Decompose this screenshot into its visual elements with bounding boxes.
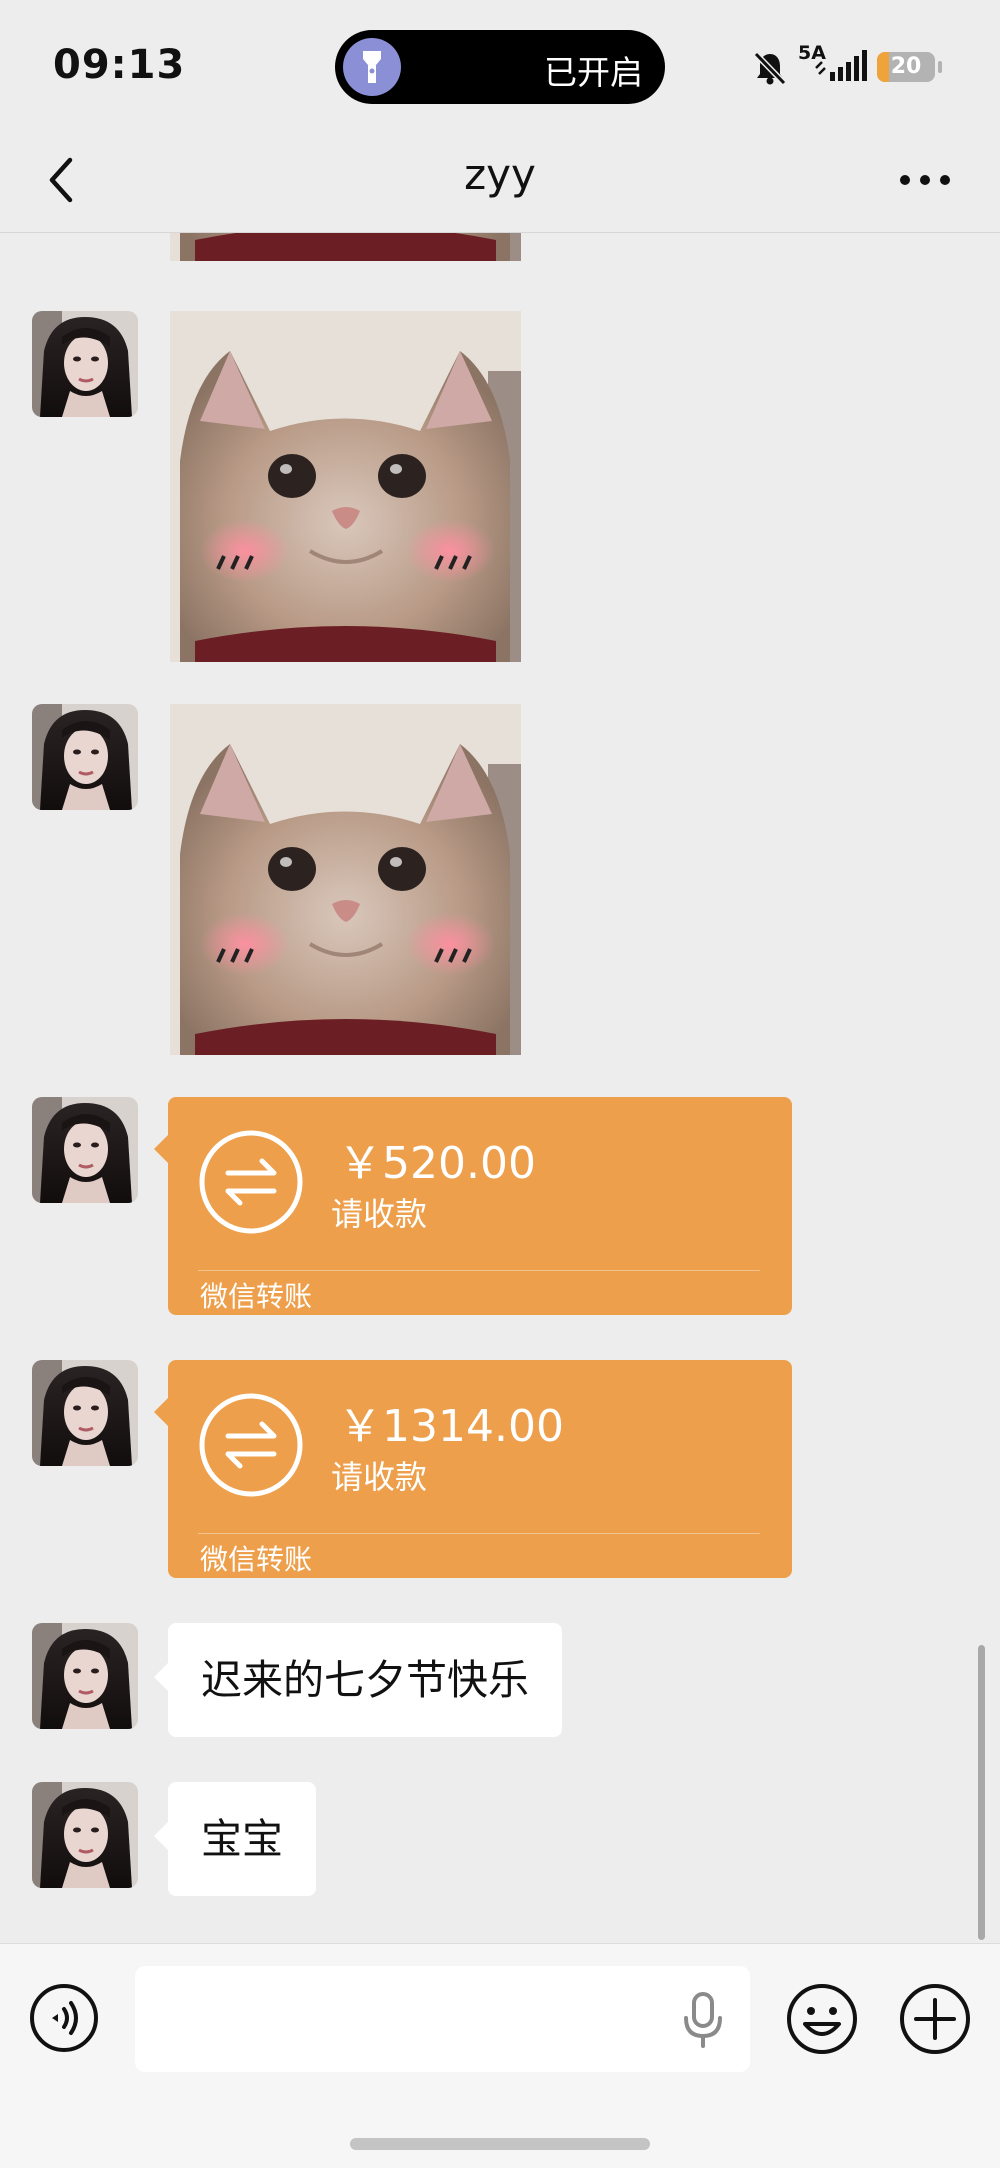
home-indicator[interactable] — [350, 2138, 650, 2150]
message-image-partial[interactable] — [0, 233, 1000, 261]
transfer-amount: ￥1314.00 — [338, 1401, 564, 1452]
transfer-brand: 微信转账 — [200, 1543, 313, 1576]
flashlight-status: 已开启 — [544, 53, 643, 92]
avatar[interactable] — [32, 1623, 138, 1729]
microphone-icon[interactable] — [678, 1990, 728, 2050]
input-bar — [0, 1943, 1000, 2168]
message-row: ￥1314.00 请收款 微信转账 — [0, 1360, 1000, 1578]
flashlight-icon — [343, 38, 401, 96]
status-bar: 09:13 已开启 5A 20 — [0, 0, 1000, 130]
transfer-card[interactable]: ￥1314.00 请收款 微信转账 — [154, 1360, 792, 1578]
avatar[interactable] — [32, 704, 138, 810]
transfer-status: 请收款 — [331, 1458, 428, 1496]
cat-sticker-image[interactable] — [170, 704, 521, 1055]
message-text: 迟来的七夕节快乐 — [201, 1656, 529, 1704]
message-row: ￥520.00 请收款 微信转账 — [0, 1097, 1000, 1315]
transfer-arrows-icon — [199, 1393, 303, 1497]
avatar[interactable] — [32, 1360, 138, 1466]
message-row: 迟来的七夕节快乐 — [0, 1623, 1000, 1737]
transfer-card[interactable]: ￥520.00 请收款 微信转账 — [154, 1097, 792, 1315]
scrollbar[interactable] — [978, 1645, 985, 1940]
dynamic-island[interactable]: 已开启 — [335, 30, 665, 104]
cat-sticker-image[interactable] — [170, 233, 521, 261]
bell-muted-icon — [753, 51, 787, 86]
message-row — [0, 311, 1000, 662]
message-text: 宝宝 — [201, 1815, 283, 1863]
transfer-brand: 微信转账 — [200, 1280, 313, 1313]
voice-mode-icon[interactable] — [28, 1982, 100, 2054]
transfer-arrows-icon — [199, 1130, 303, 1234]
transfer-amount: ￥520.00 — [338, 1138, 536, 1189]
battery-cap — [938, 61, 942, 73]
status-time: 09:13 — [53, 42, 186, 88]
emoji-icon[interactable] — [785, 1982, 859, 2056]
message-row — [0, 704, 1000, 1055]
divider — [198, 1533, 760, 1534]
avatar[interactable] — [32, 311, 138, 417]
avatar[interactable] — [32, 1782, 138, 1888]
more-dots-icon[interactable] — [895, 155, 955, 205]
signal-icon — [815, 50, 867, 81]
bubble-tail — [154, 1822, 168, 1850]
avatar[interactable] — [32, 1097, 138, 1203]
transfer-status: 请收款 — [331, 1195, 428, 1233]
message-input[interactable] — [135, 1966, 750, 2072]
message-row: 宝宝 — [0, 1782, 1000, 1896]
message-list[interactable]: ￥520.00 请收款 微信转账 ￥1314.00 请收款 微信转账 迟来的七夕… — [0, 233, 1000, 1941]
bubble-tail — [154, 1663, 168, 1691]
battery-icon: 20 — [877, 52, 935, 82]
bubble-tail — [154, 1398, 168, 1426]
cat-sticker-image[interactable] — [170, 311, 521, 662]
divider — [198, 1270, 760, 1271]
bubble-tail — [154, 1135, 168, 1163]
text-bubble[interactable]: 宝宝 — [154, 1782, 316, 1896]
plus-icon[interactable] — [898, 1982, 972, 2056]
text-bubble[interactable]: 迟来的七夕节快乐 — [154, 1623, 562, 1737]
battery-level: 20 — [890, 54, 922, 79]
chat-title: zyy — [464, 150, 536, 199]
chat-header: zyy — [0, 130, 1000, 233]
